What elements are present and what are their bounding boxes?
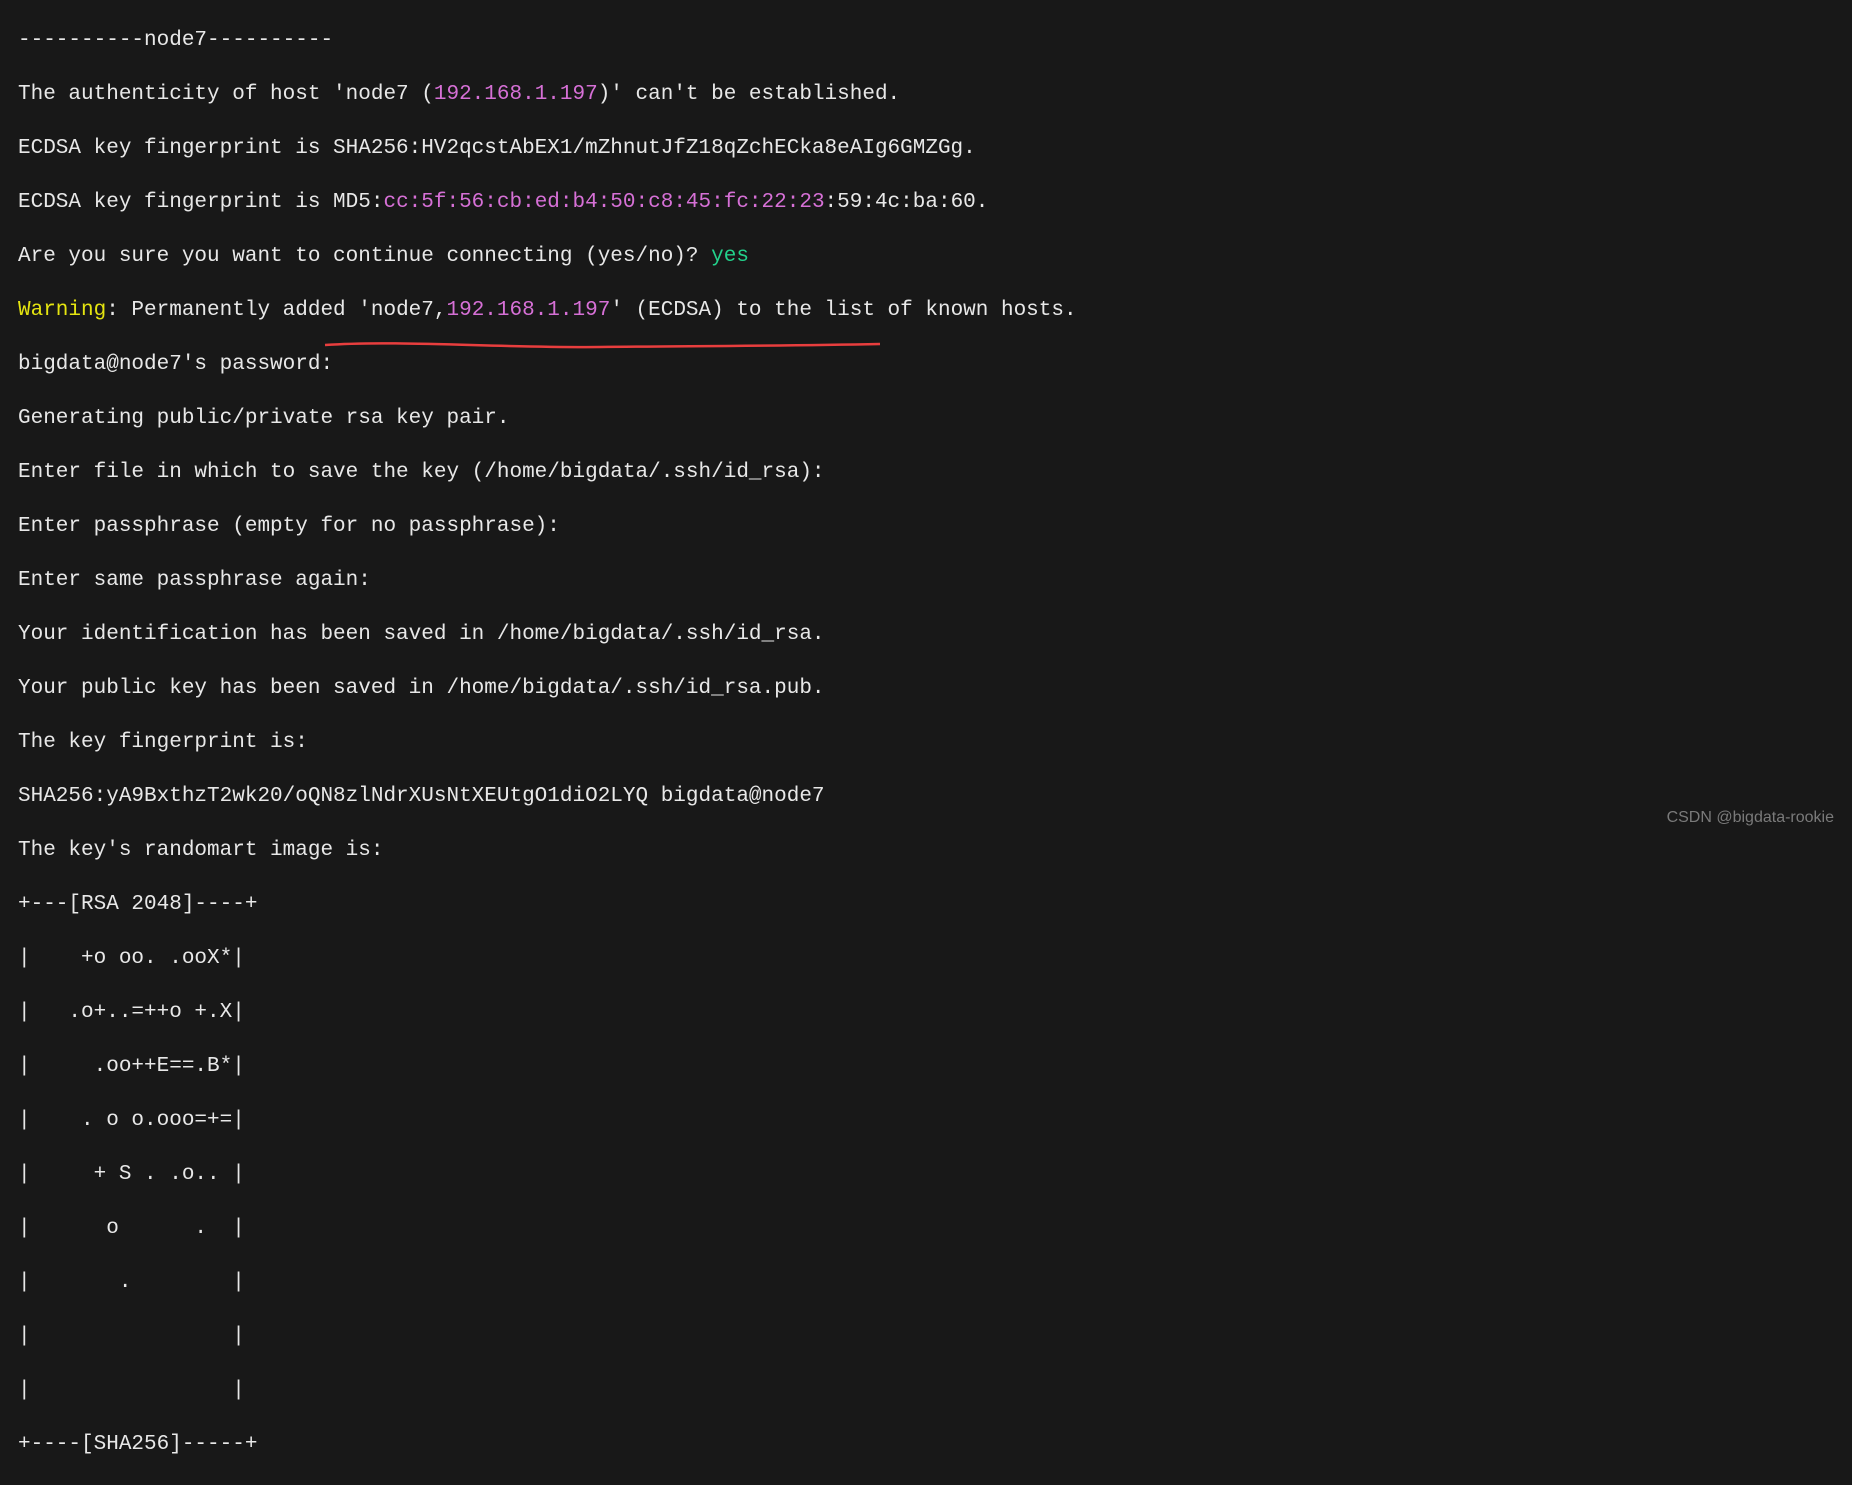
randomart-line: | .oo++E==.B*| <box>18 1053 1834 1080</box>
terminal-line: Enter file in which to save the key (/ho… <box>18 459 1834 486</box>
text-segment: ' (ECDSA) to the list of known hosts. <box>610 299 1076 322</box>
terminal-line: ECDSA key fingerprint is SHA256:HV2qcstA… <box>18 135 1834 162</box>
terminal-line: ----------node7---------- <box>18 27 1834 54</box>
randomart-line: | . | <box>18 1269 1834 1296</box>
terminal-line: bigdata@node7's password: <box>18 351 1834 378</box>
randomart-line: | .o+..=++o +.X| <box>18 999 1834 1026</box>
fingerprint-md5: cc:5f:56:cb:ed:b4:50:c8:45:fc:22:23 <box>383 191 824 214</box>
text-segment: The authenticity of host 'node7 ( <box>18 83 434 106</box>
terminal-line: Enter same passphrase again: <box>18 567 1834 594</box>
terminal-line: Your public key has been saved in /home/… <box>18 675 1834 702</box>
terminal-line: SHA256:yA9BxthzT2wk20/oQN8zlNdrXUsNtXEUt… <box>18 783 1834 810</box>
terminal-line: Are you sure you want to continue connec… <box>18 243 1834 270</box>
randomart-line: | | <box>18 1323 1834 1350</box>
terminal-line: Enter passphrase (empty for no passphras… <box>18 513 1834 540</box>
terminal-line: The key fingerprint is: <box>18 729 1834 756</box>
text-segment: : Permanently added 'node7, <box>106 299 446 322</box>
randomart-line: +----[SHA256]-----+ <box>18 1431 1834 1458</box>
watermark: CSDN @bigdata-rookie <box>1667 804 1834 831</box>
randomart-line: | + S . .o.. | <box>18 1161 1834 1188</box>
randomart-line: | . o o.ooo=+=| <box>18 1107 1834 1134</box>
terminal-line: The authenticity of host 'node7 (192.168… <box>18 81 1834 108</box>
text-segment: :59:4c:ba:60. <box>825 191 989 214</box>
user-input-yes: yes <box>711 245 749 268</box>
text-segment: )' can't be established. <box>598 83 900 106</box>
randomart-line: | +o oo. .ooX*| <box>18 945 1834 972</box>
ip-address: 192.168.1.197 <box>434 83 598 106</box>
prompt-text: Are you sure you want to continue connec… <box>18 245 711 268</box>
text-segment: ECDSA key fingerprint is MD5: <box>18 191 383 214</box>
terminal-line: The key's randomart image is: <box>18 837 1834 864</box>
ip-address: 192.168.1.197 <box>446 299 610 322</box>
terminal-line: Your identification has been saved in /h… <box>18 621 1834 648</box>
warning-label: Warning <box>18 299 106 322</box>
randomart-line: | | <box>18 1377 1834 1404</box>
randomart-line: | o . | <box>18 1215 1834 1242</box>
randomart-line: +---[RSA 2048]----+ <box>18 891 1834 918</box>
terminal-line: ECDSA key fingerprint is MD5:cc:5f:56:cb… <box>18 189 1834 216</box>
terminal-output: ----------node7---------- The authentici… <box>18 0 1834 1485</box>
terminal-line: Generating public/private rsa key pair. <box>18 405 1834 432</box>
terminal-line: Warning: Permanently added 'node7,192.16… <box>18 297 1834 324</box>
